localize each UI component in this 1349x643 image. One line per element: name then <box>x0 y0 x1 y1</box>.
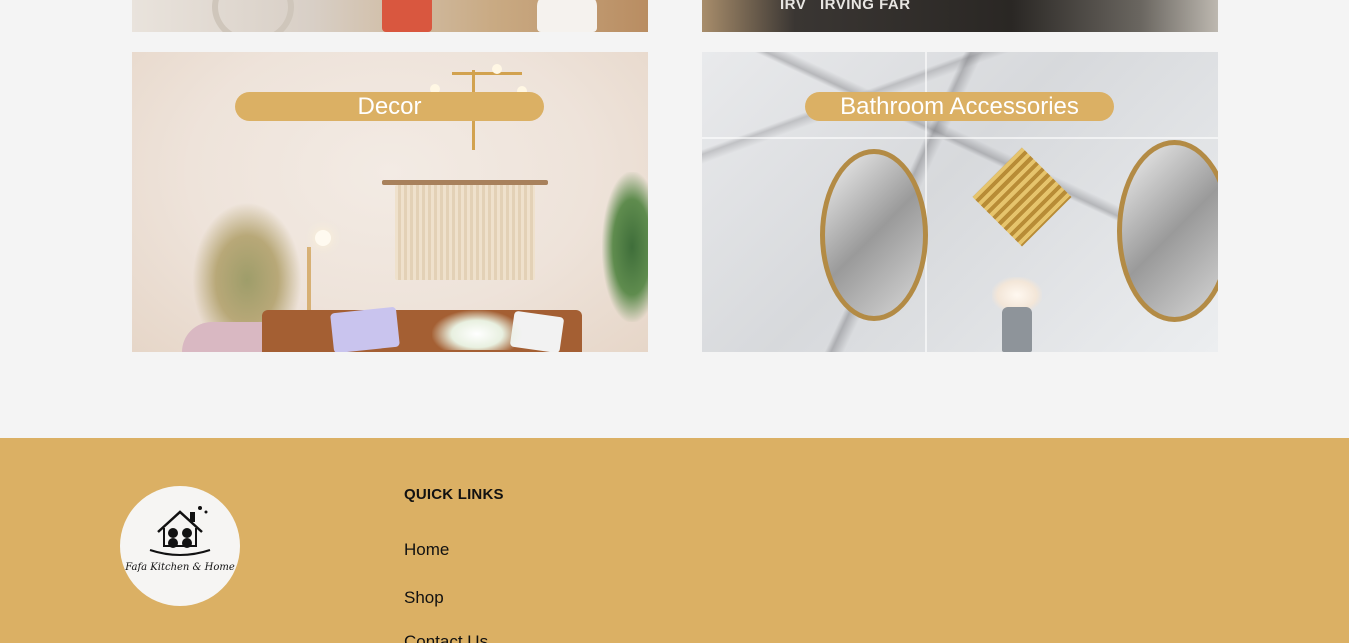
wall-hanging-decoration <box>395 185 535 280</box>
vase-decoration <box>1002 307 1032 352</box>
plant-decoration <box>602 172 648 322</box>
lamp-bulb-decoration <box>315 230 331 246</box>
product-label-brand: IRVING FAR <box>820 0 911 13</box>
flowers-decoration <box>432 310 522 350</box>
pillow-decoration <box>330 306 400 352</box>
jar-decoration <box>537 0 597 32</box>
footer-link-contact-us[interactable]: Contact Us <box>404 632 488 643</box>
category-tile-storage[interactable]: IRV IRVING FAR <box>702 0 1218 32</box>
plate-decoration <box>212 0 294 32</box>
product-label: IRV <box>780 0 807 13</box>
footer-link-home[interactable]: Home <box>404 540 449 560</box>
tile-seam <box>702 137 1218 139</box>
page: IRV IRVING FAR Decor Bathroom Accessorie… <box>0 0 1349 643</box>
house-logo-icon <box>149 506 211 556</box>
category-tile-decor[interactable]: Decor <box>132 52 648 352</box>
footer-link-shop[interactable]: Shop <box>404 588 444 608</box>
mirror-decoration <box>820 149 928 321</box>
footer: Fafa Kitchen & Home QUICK LINKS Home Sho… <box>0 438 1349 643</box>
site-logo[interactable]: Fafa Kitchen & Home <box>120 486 240 606</box>
quick-links-title: QUICK LINKS <box>404 486 504 503</box>
logo-text: Fafa Kitchen & Home <box>125 562 235 573</box>
category-tile-kitchen[interactable] <box>132 0 648 32</box>
category-label-decor[interactable]: Decor <box>235 92 544 121</box>
utensil-holder-decoration <box>382 0 432 32</box>
category-tile-bathroom-accessories[interactable]: Bathroom Accessories <box>702 52 1218 352</box>
category-label-bathroom-accessories[interactable]: Bathroom Accessories <box>805 92 1114 121</box>
